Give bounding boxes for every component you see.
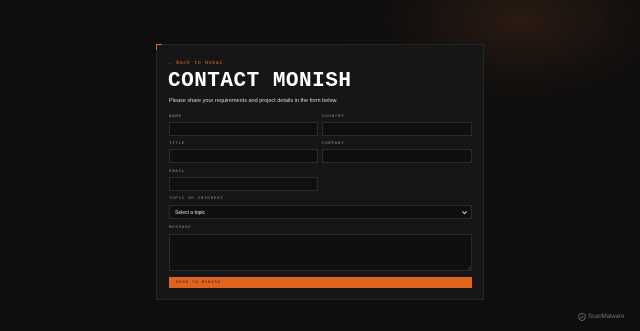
name-input[interactable] [169, 122, 318, 136]
company-input[interactable] [322, 149, 472, 163]
watermark-text: ScanMalware [588, 314, 625, 320]
email-input[interactable] [169, 177, 318, 191]
title-label: TITLE [169, 142, 186, 146]
card-corner-accent [156, 44, 162, 50]
contact-form-card: ← Back to Hokai CONTACT MONISH Please sh… [156, 44, 484, 300]
topic-label: TOPIC OF INTEREST [169, 197, 224, 201]
country-label: COUNTRY [322, 115, 345, 119]
send-button[interactable]: SEND TO MONISH [169, 277, 472, 288]
scanmalware-logo-icon [578, 313, 586, 321]
chevron-down-icon [462, 211, 467, 215]
topic-selected-value: Select a topic [175, 210, 206, 216]
page-title: CONTACT MONISH [168, 70, 352, 93]
resize-handle-icon[interactable] [466, 265, 471, 270]
country-input[interactable] [322, 122, 472, 136]
topic-select[interactable]: Select a topic [169, 205, 472, 219]
message-field-wrapper [169, 234, 472, 271]
email-label: EMAIL [169, 170, 186, 174]
page-subtitle: Please share your requirements and proje… [169, 98, 338, 104]
title-input[interactable] [169, 149, 318, 163]
name-label: NAME [169, 115, 182, 119]
scanmalware-watermark: ScanMalware [578, 312, 624, 322]
message-label: MESSAGE [169, 226, 192, 230]
back-link[interactable]: ← Back to Hokai [169, 60, 223, 66]
company-label: COMPANY [322, 142, 345, 146]
message-textarea[interactable] [169, 234, 472, 271]
